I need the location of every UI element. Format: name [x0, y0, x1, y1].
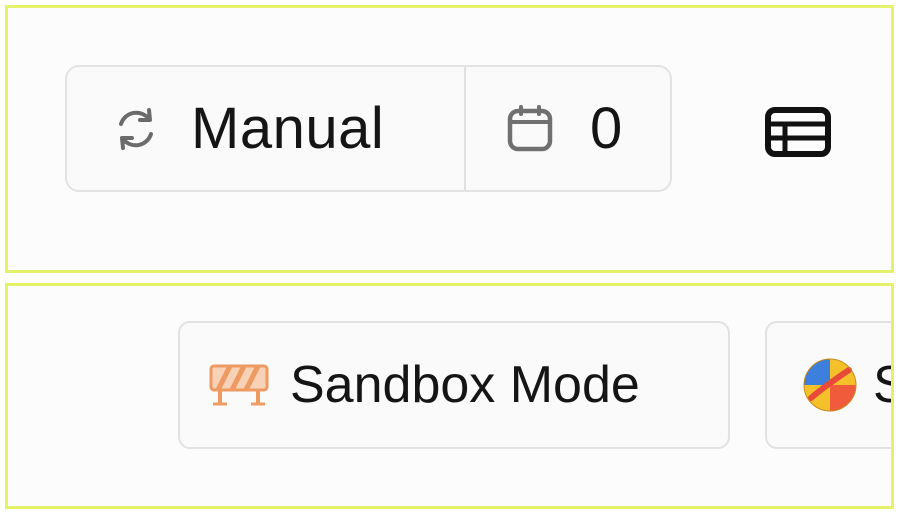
sandbox-mode-button[interactable]: Sandbox Mode [178, 321, 730, 449]
toolbar-panel: Manual 0 [5, 5, 894, 273]
mode-panel: Sandbox Mode S [5, 283, 894, 509]
sync-control-group: Manual 0 [65, 65, 672, 192]
next-chip-label: S [873, 355, 891, 415]
table-icon [765, 107, 831, 157]
date-count-button[interactable]: 0 [464, 67, 670, 190]
barrier-icon [208, 363, 270, 407]
sync-mode-button[interactable]: Manual [67, 67, 464, 190]
sandbox-mode-label: Sandbox Mode [290, 356, 640, 414]
next-chip-button[interactable]: S [765, 321, 891, 449]
colored-ball-icon [801, 356, 859, 414]
sync-mode-label: Manual [191, 96, 385, 161]
calendar-icon [504, 103, 556, 155]
table-view-button[interactable] [760, 98, 836, 166]
refresh-icon [109, 102, 163, 156]
screenshot-canvas: Manual 0 Sandbox Mode [0, 0, 900, 514]
date-count-value: 0 [590, 96, 623, 161]
